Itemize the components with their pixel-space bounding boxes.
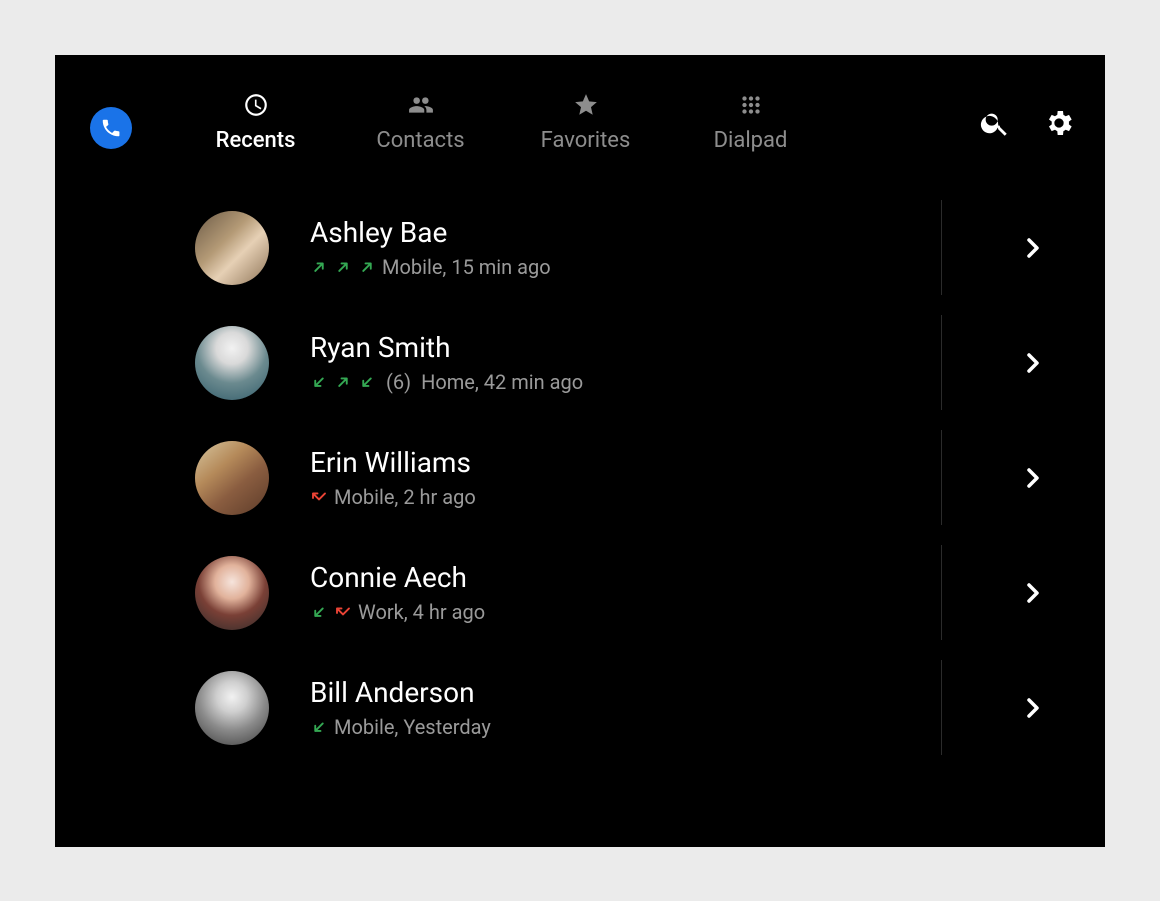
tab-recents[interactable]: Recents (173, 90, 338, 153)
call-row[interactable]: Bill Anderson Mobile, Yesterday (55, 650, 1105, 765)
call-direction-icons (310, 488, 328, 506)
detail-chevron[interactable] (1011, 686, 1055, 730)
tab-dialpad[interactable]: Dialpad (668, 90, 833, 153)
call-content: Erin Williams Mobile, 2 hr ago (310, 446, 925, 510)
contact-name: Bill Anderson (310, 676, 925, 710)
chevron-right-icon (1021, 696, 1045, 720)
chevron-right-icon (1021, 581, 1045, 605)
call-row[interactable]: Ashley Bae Mobile, 15 min ago (55, 190, 1105, 305)
call-content: Ashley Bae Mobile, 15 min ago (310, 216, 925, 280)
call-content: Ryan Smith (6) Home, 42 min ago (310, 331, 925, 395)
outgoing-call-icon (358, 258, 376, 276)
call-row[interactable]: Ryan Smith (6) Home, 42 min ago (55, 305, 1105, 420)
call-row[interactable]: Connie Aech Work, 4 hr ago (55, 535, 1105, 650)
detail-chevron[interactable] (1011, 456, 1055, 500)
call-detail: Mobile, 15 min ago (382, 255, 551, 279)
settings-button[interactable] (1041, 105, 1077, 141)
chevron-right-icon (1021, 236, 1045, 260)
call-content: Bill Anderson Mobile, Yesterday (310, 676, 925, 740)
call-detail: Mobile, 2 hr ago (334, 485, 476, 509)
call-count: (6) (386, 370, 411, 394)
chevron-right-icon (1021, 466, 1045, 490)
call-content: Connie Aech Work, 4 hr ago (310, 561, 925, 625)
top-bar: Recents Contacts Favorites Dialpad (55, 55, 1105, 190)
detail-chevron[interactable] (1011, 571, 1055, 615)
call-subtext: Mobile, 15 min ago (310, 255, 925, 279)
clock-icon (243, 90, 269, 120)
call-detail: Work, 4 hr ago (358, 600, 485, 624)
outgoing-call-icon (334, 373, 352, 391)
detail-chevron[interactable] (1011, 226, 1055, 270)
chevron-right-icon (1021, 351, 1045, 375)
avatar[interactable] (195, 441, 269, 515)
call-subtext: Mobile, Yesterday (310, 715, 925, 739)
phone-icon (100, 117, 122, 139)
incoming-call-icon (310, 373, 328, 391)
search-icon (979, 107, 1011, 139)
people-icon (408, 90, 434, 120)
call-row[interactable]: Erin Williams Mobile, 2 hr ago (55, 420, 1105, 535)
contact-name: Erin Williams (310, 446, 925, 480)
contact-name: Ashley Bae (310, 216, 925, 250)
incoming-call-icon (310, 603, 328, 621)
call-subtext: (6) Home, 42 min ago (310, 370, 925, 394)
incoming-call-icon (358, 373, 376, 391)
call-direction-icons (310, 718, 328, 736)
call-subtext: Mobile, 2 hr ago (310, 485, 925, 509)
tab-label: Contacts (376, 128, 464, 153)
call-subtext: Work, 4 hr ago (310, 600, 925, 624)
call-direction-icons (310, 258, 376, 276)
call-detail: Home, 42 min ago (421, 370, 583, 394)
contact-name: Connie Aech (310, 561, 925, 595)
call-detail: Mobile, Yesterday (334, 715, 491, 739)
nav-tabs: Recents Contacts Favorites Dialpad (173, 90, 833, 153)
tab-contacts[interactable]: Contacts (338, 90, 503, 153)
dialpad-icon (738, 90, 764, 120)
avatar[interactable] (195, 326, 269, 400)
top-actions (977, 105, 1077, 141)
detail-chevron[interactable] (1011, 341, 1055, 385)
phone-app-icon[interactable] (90, 107, 132, 149)
avatar[interactable] (195, 211, 269, 285)
star-icon (573, 90, 599, 120)
tab-label: Favorites (541, 128, 631, 153)
tab-label: Dialpad (714, 128, 788, 153)
outgoing-call-icon (334, 258, 352, 276)
outgoing-call-icon (310, 258, 328, 276)
call-direction-icons (310, 373, 376, 391)
call-direction-icons (310, 603, 352, 621)
contact-name: Ryan Smith (310, 331, 925, 365)
missed-call-icon (310, 488, 328, 506)
avatar[interactable] (195, 556, 269, 630)
phone-app-window: Recents Contacts Favorites Dialpad (55, 55, 1105, 847)
missed-call-icon (334, 603, 352, 621)
incoming-call-icon (310, 718, 328, 736)
tab-favorites[interactable]: Favorites (503, 90, 668, 153)
recents-list: Ashley Bae Mobile, 15 min ago Ryan Smith (6… (55, 190, 1105, 847)
tab-label: Recents (216, 128, 296, 153)
avatar[interactable] (195, 671, 269, 745)
gear-icon (1043, 107, 1075, 139)
search-button[interactable] (977, 105, 1013, 141)
